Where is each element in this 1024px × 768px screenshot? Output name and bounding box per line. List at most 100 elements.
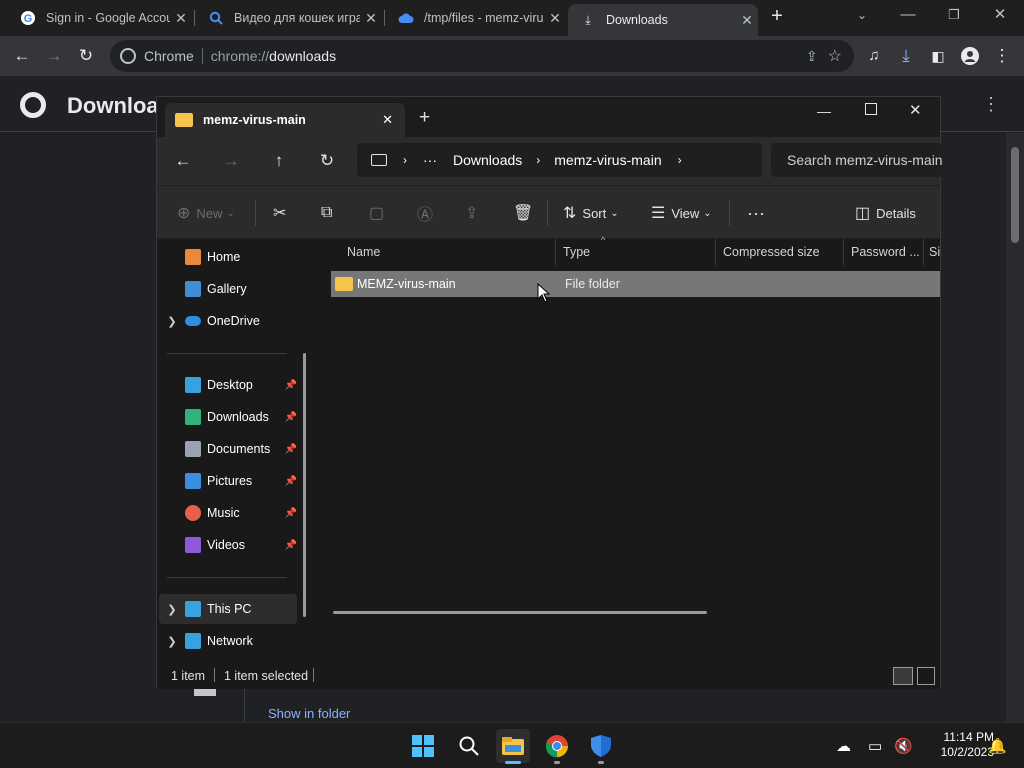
sidebar-scrollbar[interactable] <box>303 353 306 617</box>
column-header-size[interactable]: Si <box>925 239 940 265</box>
view-button[interactable]: ☰ View ⌄ <box>651 200 712 226</box>
share-icon[interactable]: ⇪ <box>806 48 818 65</box>
sidebar-item-gallery[interactable]: Gallery <box>159 274 297 304</box>
taskbar-file-explorer[interactable] <box>496 729 530 764</box>
search-icon <box>459 736 479 756</box>
minimize-button[interactable]: — <box>817 103 831 119</box>
search-input[interactable]: Search memz-virus-main <box>771 143 943 177</box>
page-menu-icon[interactable]: ⋮ <box>982 94 1000 115</box>
overflow-icon[interactable]: ··· <box>423 152 437 168</box>
sidebar-item-downloads[interactable]: Downloads 📌 <box>159 402 297 432</box>
side-panel-icon[interactable]: ◧ <box>926 44 950 68</box>
chrome-menu-icon[interactable]: ⋮ <box>990 44 1014 68</box>
page-scrollbar[interactable] <box>1006 133 1024 722</box>
restore-button[interactable]: ❐ <box>934 4 974 28</box>
new-button[interactable]: ⊕ New ⌄ <box>177 200 235 226</box>
expand-chevron-icon[interactable]: ❯ <box>159 635 185 648</box>
back-button[interactable]: ← <box>10 44 34 68</box>
sidebar-item-onedrive[interactable]: ❯ OneDrive <box>159 306 297 336</box>
details-button[interactable]: ◫ Details <box>855 200 916 226</box>
copy-button[interactable]: ⧉ <box>321 200 338 226</box>
close-tab-icon[interactable]: ✕ <box>360 10 382 27</box>
column-header-compressed-size[interactable]: Compressed size <box>717 239 843 265</box>
chevron-right-icon[interactable]: › <box>678 153 682 167</box>
start-button[interactable] <box>406 729 440 763</box>
close-tab-icon[interactable]: ✕ <box>544 10 566 27</box>
desktop-icon <box>185 377 201 393</box>
view-list-icon: ☰ <box>651 205 666 222</box>
tab-cat-video[interactable]: Видео для кошек игра ✕ <box>196 4 382 32</box>
show-in-folder-link[interactable]: Show in folder <box>268 706 350 721</box>
paste-button[interactable]: ▢ <box>369 200 390 226</box>
sidebar-item-home[interactable]: Home <box>159 242 297 272</box>
taskbar-search-button[interactable] <box>452 729 486 763</box>
up-button[interactable]: ↑ <box>267 149 291 173</box>
sidebar-item-pictures[interactable]: Pictures 📌 <box>159 466 297 496</box>
item-count: 1 item <box>171 669 206 683</box>
breadcrumb-downloads[interactable]: Downloads <box>453 152 522 168</box>
breadcrumb-memz-virus-main[interactable]: memz-virus-main <box>554 152 661 168</box>
tab-search-chevron-icon[interactable]: ⌄ <box>842 4 882 28</box>
notification-bell-icon[interactable]: 🔔 <box>988 737 1007 755</box>
close-tab-icon[interactable]: ✕ <box>170 10 192 27</box>
minimize-button[interactable]: — <box>888 4 928 28</box>
rename-button[interactable]: Ⓐ <box>417 200 439 226</box>
forward-button[interactable]: → <box>219 149 243 173</box>
pin-icon: 📌 <box>284 475 297 487</box>
more-options-button[interactable]: ··· <box>747 200 765 226</box>
sidebar-item-desktop[interactable]: Desktop 📌 <box>159 370 297 400</box>
sort-button[interactable]: ⇅ Sort ⌄ <box>563 200 619 226</box>
column-header-name[interactable]: Name <box>341 239 555 265</box>
network-tray-icon[interactable]: ▭ <box>868 737 882 755</box>
refresh-button[interactable]: ↻ <box>315 149 339 173</box>
close-window-button[interactable]: ✕ <box>980 4 1020 28</box>
close-window-button[interactable]: ✕ <box>909 101 922 119</box>
media-control-icon[interactable]: ♫ <box>862 44 886 68</box>
taskbar-defender[interactable] <box>584 729 618 764</box>
bookmark-star-icon[interactable]: ☆ <box>828 46 842 66</box>
sidebar-item-documents[interactable]: Documents 📌 <box>159 434 297 464</box>
home-icon <box>185 249 201 265</box>
volume-muted-icon[interactable]: 🔇 <box>894 737 913 755</box>
tab-google-sign-in[interactable]: G Sign in - Google Accou ✕ <box>8 4 192 32</box>
omnibox[interactable]: Chrome chrome://downloads ⇪ ☆ <box>110 40 854 72</box>
expand-chevron-icon[interactable]: ❯ <box>159 603 185 616</box>
table-row[interactable]: MEMZ-virus-main File folder <box>331 271 940 297</box>
new-tab-button[interactable]: + <box>766 6 788 28</box>
sidebar-item-network[interactable]: ❯ Network <box>159 626 297 656</box>
cut-button[interactable]: ✂ <box>273 200 292 226</box>
explorer-nav-bar: ← → ↑ ↻ › ··· Downloads › memz-virus-mai… <box>157 137 943 185</box>
column-header-type[interactable]: Type <box>557 239 715 265</box>
chevron-right-icon: › <box>403 153 407 167</box>
delete-button[interactable]: 🗑 <box>513 200 539 226</box>
tiles-view-toggle[interactable] <box>917 667 935 685</box>
google-icon: G <box>20 10 36 26</box>
sidebar-item-music[interactable]: Music 📌 <box>159 498 297 528</box>
new-tab-button[interactable]: + <box>419 107 430 129</box>
sidebar-item-this-pc[interactable]: ❯ This PC <box>159 594 297 624</box>
close-tab-icon[interactable]: ✕ <box>382 112 393 128</box>
navigation-pane: Home Gallery ❯ OneDrive Desktop 📌 Download… <box>157 239 315 663</box>
taskbar-clock[interactable]: 11:14 PM 10/2/2023 <box>918 730 994 760</box>
downloads-toolbar-icon[interactable]: ⤓ <box>894 44 918 68</box>
onedrive-tray-icon[interactable]: ☁ <box>836 737 851 755</box>
horizontal-scrollbar[interactable] <box>333 611 707 614</box>
share-button[interactable]: ⇪ <box>465 200 484 226</box>
details-view-toggle[interactable] <box>893 667 913 685</box>
forward-button[interactable]: → <box>42 44 66 68</box>
shield-icon <box>591 735 611 757</box>
maximize-button[interactable] <box>865 103 877 115</box>
back-button[interactable]: ← <box>171 149 195 173</box>
column-header-password[interactable]: Password ... <box>845 239 923 265</box>
reload-button[interactable]: ↻ <box>74 44 98 68</box>
close-tab-icon[interactable]: ✕ <box>736 12 758 29</box>
sidebar-item-videos[interactable]: Videos 📌 <box>159 530 297 560</box>
expand-chevron-icon[interactable]: ❯ <box>159 315 185 328</box>
profile-icon[interactable] <box>958 44 982 68</box>
tab-downloads[interactable]: ⤓ Downloads ✕ <box>568 4 758 36</box>
tab-tmp-files[interactable]: /tmp/files - memz-viru ✕ <box>386 4 566 32</box>
explorer-tab[interactable]: memz-virus-main ✕ <box>165 103 405 137</box>
address-bar[interactable]: › ··· Downloads › memz-virus-main › <box>357 143 762 177</box>
file-explorer-icon <box>502 737 524 755</box>
taskbar-chrome[interactable] <box>540 729 574 764</box>
